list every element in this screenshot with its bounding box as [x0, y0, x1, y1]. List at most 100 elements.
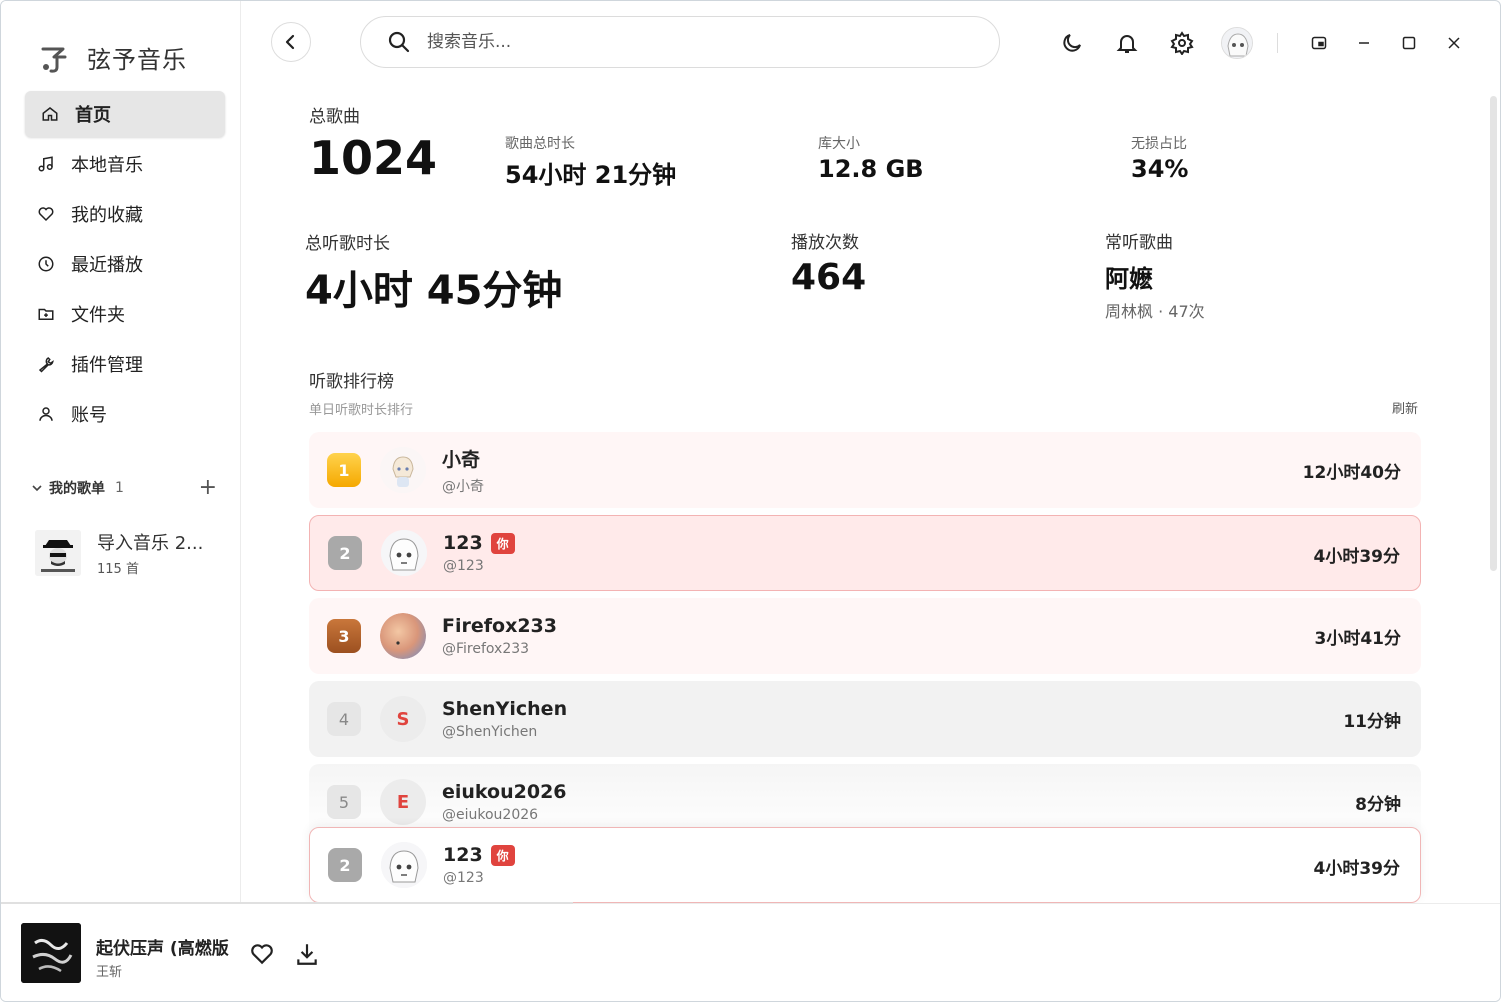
playlist-name: 导入音乐 2... — [97, 533, 204, 554]
nav-item-local-music[interactable]: 本地音乐 — [25, 141, 225, 187]
rank-user-name: 123 — [443, 532, 483, 554]
nav-item-favorites[interactable]: 我的收藏 — [25, 191, 225, 237]
top-song-meta: 周林枫 · 47次 — [1105, 302, 1205, 321]
gear-icon — [1170, 31, 1194, 55]
heart-icon — [38, 207, 54, 222]
scrollbar[interactable] — [1490, 96, 1497, 571]
rank-user-name: 123 — [443, 844, 483, 866]
avatar-initial: S — [380, 696, 426, 742]
ranking-row-2[interactable]: 2 123 你 @123 4小时39分 — [309, 515, 1421, 591]
home-icon — [42, 107, 58, 121]
maximize-icon — [1402, 36, 1416, 50]
rank-listen-time: 4小时39分 — [1313, 547, 1401, 567]
rank-user-handle: @123 — [443, 870, 484, 886]
download-icon — [297, 944, 317, 965]
bell-icon — [1116, 35, 1138, 53]
user-avatar[interactable] — [1221, 27, 1253, 59]
nav-item-folders[interactable]: 文件夹 — [25, 291, 225, 337]
top-song-title[interactable]: 阿嬷 — [1105, 259, 1153, 294]
rank-user-info: ShenYichen @ShenYichen — [442, 698, 567, 740]
playback-progress[interactable] — [1, 902, 573, 904]
nav-label: 我的收藏 — [71, 205, 143, 226]
album-art-icon — [21, 923, 81, 983]
rank-user-handle: @eiukou2026 — [442, 807, 539, 823]
refresh-button[interactable]: 刷新 — [1392, 398, 1418, 417]
now-playing-cover[interactable] — [21, 923, 81, 983]
nav-label: 插件管理 — [71, 355, 143, 376]
chevron-down-icon — [32, 485, 42, 492]
app-window: 弦予音乐 首页 本地音乐 我的收藏 最近播放 文件夹 插件管理 账号 我的歌单 … — [0, 0, 1501, 1002]
nav-label: 最近播放 — [71, 255, 143, 276]
avatar-chibi-icon — [380, 447, 426, 493]
notifications-button[interactable] — [1111, 27, 1143, 59]
theme-toggle-button[interactable] — [1056, 27, 1088, 59]
moon-icon — [1063, 34, 1081, 52]
rank-user-info: eiukou2026 @eiukou2026 — [442, 781, 567, 823]
listen-time-label: 总听歌时长 — [305, 234, 390, 254]
search-input[interactable] — [427, 32, 927, 52]
maximize-button[interactable] — [1394, 28, 1424, 58]
you-badge: 你 — [490, 532, 515, 554]
sidebar: 弦予音乐 首页 本地音乐 我的收藏 最近播放 文件夹 插件管理 账号 我的歌单 … — [1, 1, 241, 903]
heart-icon — [251, 944, 273, 965]
rank-user-handle: @123 — [443, 558, 484, 574]
listen-time-value: 4小时 45分钟 — [305, 268, 563, 314]
nav-label: 文件夹 — [71, 305, 125, 326]
playlist-item[interactable]: 导入音乐 2... 115 首 — [35, 529, 203, 577]
app-name: 弦予音乐 — [87, 45, 187, 74]
playlist-cover-art-icon — [35, 530, 81, 576]
nav-item-home[interactable]: 首页 — [25, 91, 225, 137]
rank-badge: 3 — [327, 619, 361, 653]
ranking-list: 1 小奇 @小奇 12小时40分 2 123 你 @123 4小时39分 3 F… — [309, 432, 1421, 847]
download-button[interactable] — [294, 941, 320, 967]
add-playlist-button[interactable]: + — [199, 477, 217, 499]
ranking-row-4[interactable]: 4 S ShenYichen @ShenYichen 11分钟 — [309, 681, 1421, 757]
playlists-title: 我的歌单 — [49, 481, 105, 497]
minimize-icon — [1359, 42, 1369, 44]
rank-listen-time: 3小时41分 — [1314, 629, 1402, 649]
close-button[interactable] — [1439, 28, 1469, 58]
mini-player-button[interactable] — [1304, 28, 1334, 58]
rank-user-handle: @小奇 — [442, 478, 484, 495]
nav-item-plugins[interactable]: 插件管理 — [25, 341, 225, 387]
playlist-cover — [35, 530, 81, 576]
ranking-row-1[interactable]: 1 小奇 @小奇 12小时40分 — [309, 432, 1421, 508]
app-logo-icon — [41, 47, 67, 73]
duration-label: 歌曲总时长 — [505, 136, 575, 152]
my-rank-sticky-row[interactable]: 2 123 你 @123 4小时39分 — [309, 827, 1421, 903]
rank-listen-time: 12小时40分 — [1302, 463, 1401, 483]
top-song-label: 常听歌曲 — [1105, 233, 1173, 253]
avatar — [381, 842, 427, 888]
now-playing-artist: 王斩 — [96, 965, 123, 980]
avatar — [380, 613, 426, 659]
playlist-song-count: 115 首 — [97, 562, 139, 577]
total-songs-label: 总歌曲 — [309, 107, 360, 127]
nav-label: 本地音乐 — [71, 155, 143, 176]
total-songs-value: 1024 — [309, 131, 438, 185]
nav-item-recent[interactable]: 最近播放 — [25, 241, 225, 287]
back-button[interactable] — [271, 22, 311, 62]
playlists-header[interactable]: 我的歌单 1 + — [31, 477, 217, 499]
search-bar[interactable] — [360, 16, 1000, 68]
brand: 弦予音乐 — [37, 39, 187, 75]
ranking-row-3[interactable]: 3 Firefox233 @Firefox233 3小时41分 — [309, 598, 1421, 674]
settings-button[interactable] — [1166, 27, 1198, 59]
rank-listen-time: 4小时39分 — [1313, 859, 1401, 879]
top-toolbar — [1056, 27, 1484, 59]
rank-user-handle: @Firefox233 — [442, 641, 530, 657]
like-button[interactable] — [249, 941, 275, 967]
rank-badge: 2 — [328, 848, 362, 882]
avatar-anime-icon — [381, 842, 427, 888]
play-count-label: 播放次数 — [791, 233, 859, 253]
chevron-left-icon — [285, 34, 295, 50]
nav-item-account[interactable]: 账号 — [25, 391, 225, 437]
lossless-label: 无损占比 — [1131, 136, 1187, 152]
ranking-title: 听歌排行榜 — [309, 372, 394, 392]
search-icon — [388, 31, 410, 53]
lossless-value: 34% — [1131, 155, 1189, 183]
avatar — [380, 447, 426, 493]
minimize-button[interactable] — [1349, 28, 1379, 58]
playlists-count: 1 — [115, 480, 124, 496]
home-content: 总歌曲 1024 歌曲总时长 54小时 21分钟 库大小 12.8 GB 无损占… — [242, 91, 1492, 903]
rank-user-info: Firefox233 @Firefox233 — [442, 615, 557, 657]
